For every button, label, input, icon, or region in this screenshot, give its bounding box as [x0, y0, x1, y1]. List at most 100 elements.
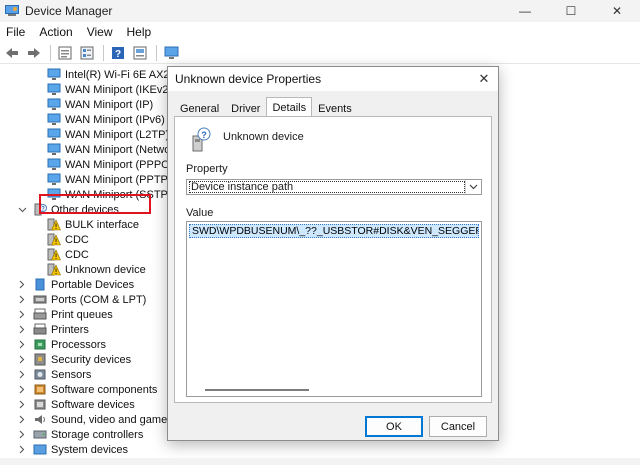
tree-item-network-adapter[interactable]: WAN Miniport (PPPOE) — [47, 157, 181, 172]
properties-dialog: Unknown device Properties ✕ General Driv… — [167, 66, 499, 441]
window-title: Device Manager — [25, 4, 113, 18]
tree-item-network-adapter[interactable]: WAN Miniport (Network — [47, 142, 180, 157]
value-list[interactable]: SWD\WPDBUSENUM\_??_USBSTOR#DISK&VEN_SEGG… — [186, 221, 482, 397]
horizontal-scrollbar[interactable] — [189, 386, 479, 394]
network-adapter-icon — [47, 173, 61, 185]
tree-category-printers[interactable]: Printers — [17, 322, 89, 337]
network-adapter-icon — [47, 113, 61, 125]
ok-button[interactable]: OK — [365, 416, 423, 437]
tree-item-label: WAN Miniport (IPv6) — [65, 113, 165, 126]
help-button[interactable]: ? — [108, 44, 128, 62]
tree-item-other-device[interactable]: CDC — [47, 232, 89, 247]
minimize-button[interactable]: — — [502, 0, 548, 22]
chevron-right-icon[interactable] — [17, 322, 27, 337]
chevron-right-icon[interactable] — [17, 307, 27, 322]
toolbar-separator — [156, 44, 157, 61]
tree-item-network-adapter[interactable]: WAN Miniport (L2TP) — [47, 127, 169, 142]
tree-item-label: Ports (COM & LPT) — [51, 293, 147, 306]
menu-help[interactable]: Help — [121, 22, 160, 42]
tree-item-label: Sound, video and game co — [51, 413, 182, 426]
tree-item-unknown-device[interactable]: Unknown device — [47, 262, 146, 277]
scrollbar-thumb[interactable] — [205, 389, 309, 391]
tree-item-label: CDC — [65, 233, 89, 246]
tree-category-sound[interactable]: Sound, video and game co — [17, 412, 182, 427]
chevron-right-icon[interactable] — [17, 397, 27, 412]
tree-item-label: Processors — [51, 338, 107, 351]
properties-button[interactable] — [55, 44, 75, 62]
details-panel: ? Unknown device Property Device instanc… — [174, 116, 492, 403]
tree-category-processors[interactable]: Processors — [17, 337, 106, 352]
tree-item-label: WAN Miniport (IKEv2) — [65, 83, 173, 96]
chevron-right-icon[interactable] — [17, 427, 27, 442]
chevron-right-icon[interactable] — [17, 337, 27, 352]
chevron-right-icon[interactable] — [17, 292, 27, 307]
tree-item-network-adapter[interactable]: WAN Miniport (IP) — [47, 97, 153, 112]
tree-category-system[interactable]: System devices — [17, 442, 128, 457]
device-manager-icon — [5, 5, 19, 16]
close-icon: ✕ — [478, 71, 490, 86]
maximize-button[interactable]: ☐ — [548, 0, 594, 22]
tab-details[interactable]: Details — [266, 97, 313, 117]
tree-item-label: Security devices — [51, 353, 132, 366]
menu-view[interactable]: View — [81, 22, 121, 42]
chevron-right-icon[interactable] — [17, 382, 27, 397]
tree-item-network-adapter[interactable]: WAN Miniport (IKEv2) — [47, 82, 172, 97]
warning-device-icon — [47, 248, 61, 261]
system-icon — [33, 444, 47, 455]
dialog-title: Unknown device Properties — [168, 67, 498, 91]
tree-category-software-components[interactable]: Software components — [17, 382, 157, 397]
tab-general[interactable]: General — [174, 99, 225, 117]
device-name-label: Unknown device — [223, 131, 304, 143]
close-window-button[interactable]: ✕ — [594, 0, 640, 22]
tree-category-sensors[interactable]: Sensors — [17, 367, 91, 382]
chevron-down-icon[interactable] — [17, 202, 27, 217]
property-selected-value: Device instance path — [189, 181, 465, 193]
software-components-icon — [34, 384, 46, 395]
printers-icon — [33, 323, 47, 335]
tab-driver[interactable]: Driver — [225, 99, 266, 117]
chevron-right-icon[interactable] — [17, 412, 27, 427]
chevron-right-icon[interactable] — [17, 442, 27, 457]
properties-sheet-icon — [58, 46, 72, 59]
tree-category-storage[interactable]: Storage controllers — [17, 427, 143, 442]
tree-item-label: Unknown device — [65, 263, 146, 276]
tree-category-software-devices[interactable]: Software devices — [17, 397, 135, 412]
tree-item-network-adapter[interactable]: WAN Miniport (PPTP) — [47, 172, 172, 187]
help-question-icon: ? — [112, 46, 124, 60]
menu-action[interactable]: Action — [33, 22, 80, 42]
forward-button[interactable] — [24, 44, 44, 62]
tree-category-print-queues[interactable]: Print queues — [17, 307, 113, 322]
forward-arrow-icon — [28, 47, 40, 58]
monitor-icon — [164, 46, 178, 59]
cancel-button[interactable]: Cancel — [429, 416, 487, 437]
tree-item-label: WAN Miniport (Network — [65, 143, 180, 156]
annotation-highlight-box — [39, 194, 151, 214]
dialog-close-button[interactable]: ✕ — [474, 69, 494, 89]
chevron-down-icon — [465, 180, 481, 194]
chevron-right-icon[interactable] — [17, 277, 27, 292]
show-hidden-button[interactable] — [77, 44, 97, 62]
network-adapter-icon — [47, 128, 61, 140]
update-driver-button[interactable] — [130, 44, 150, 62]
tree-item-other-device[interactable]: BULK interface — [47, 217, 139, 232]
tree-category-ports[interactable]: Ports (COM & LPT) — [17, 292, 146, 307]
toolbar-separator — [50, 44, 51, 61]
scan-hardware-button[interactable] — [161, 44, 181, 62]
back-button[interactable] — [2, 44, 22, 62]
tree-item-label: Sensors — [51, 368, 92, 381]
tree-category-security-devices[interactable]: Security devices — [17, 352, 131, 367]
tab-events[interactable]: Events — [312, 99, 358, 117]
value-list-item[interactable]: SWD\WPDBUSENUM\_??_USBSTOR#DISK&VEN_SEGG… — [189, 224, 479, 238]
menu-file[interactable]: File — [0, 22, 33, 42]
tree-item-network-adapter[interactable]: Intel(R) Wi-Fi 6E AX211 — [47, 67, 181, 82]
tree-item-label: Storage controllers — [51, 428, 144, 441]
chevron-right-icon[interactable] — [17, 352, 27, 367]
chevron-right-icon[interactable] — [17, 367, 27, 382]
property-dropdown[interactable]: Device instance path — [186, 179, 482, 195]
value-label: Value — [186, 207, 214, 219]
tree-item-network-adapter[interactable]: WAN Miniport (IPv6) — [47, 112, 165, 127]
software-devices-icon — [34, 399, 46, 410]
tree-item-other-device[interactable]: CDC — [47, 247, 89, 262]
sensors-icon — [34, 369, 46, 380]
tree-category-portable-devices[interactable]: Portable Devices — [17, 277, 134, 292]
